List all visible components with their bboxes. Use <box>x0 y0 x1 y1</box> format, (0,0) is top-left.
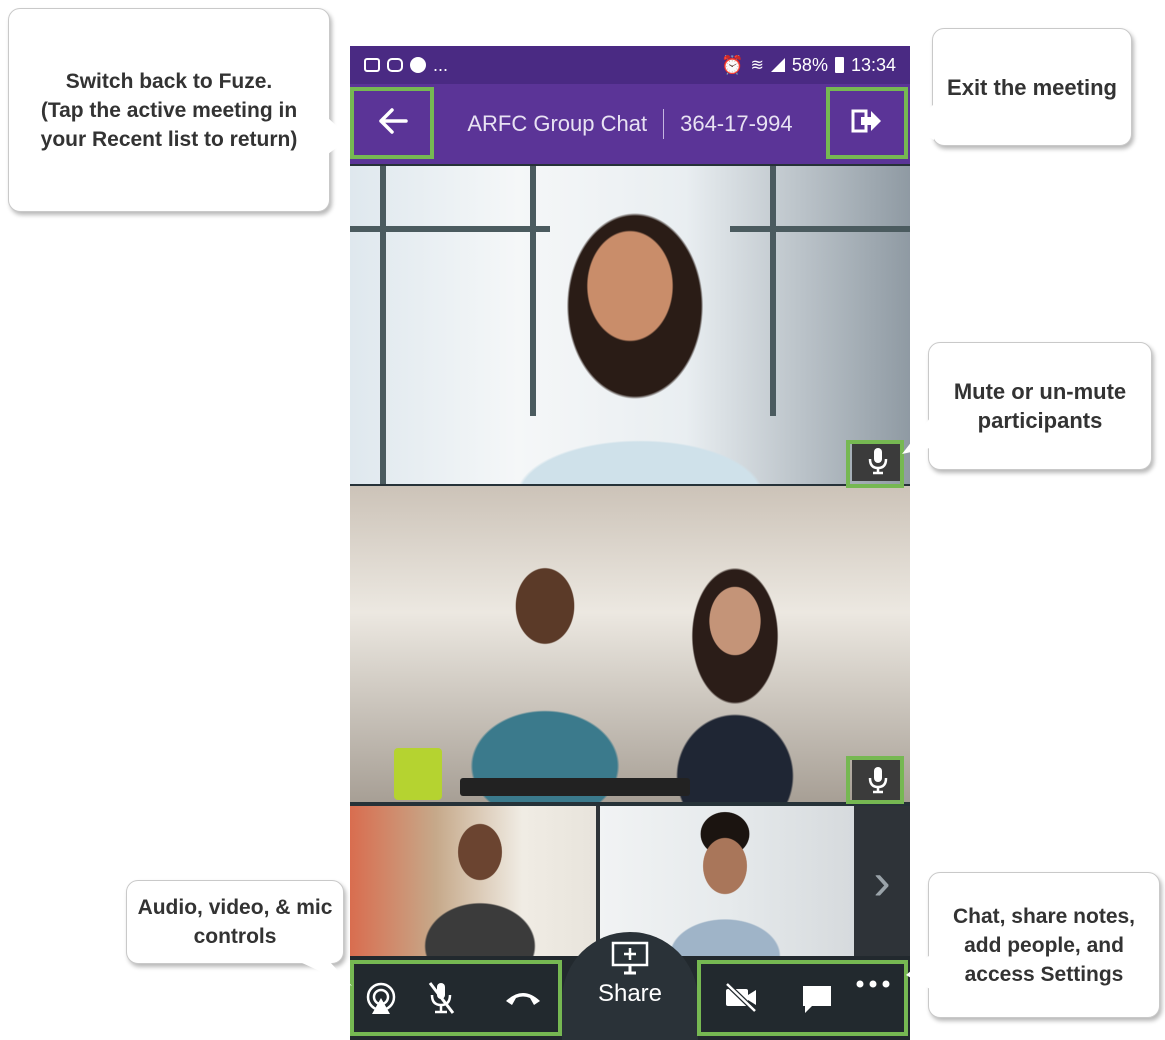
signal-icon <box>770 58 785 72</box>
meeting-title: ARFC Group Chat 364-17-994 <box>440 84 820 164</box>
clock: 13:34 <box>850 54 896 75</box>
callout-mute: Mute or un-mute participants <box>928 342 1152 470</box>
callout-controls-text: Audio, video, & mic controls <box>137 896 333 948</box>
highlight-mic-2 <box>846 756 904 804</box>
battery-percent: 58% <box>791 54 828 75</box>
instagram-notification-icon <box>387 58 403 72</box>
title-divider <box>663 109 665 139</box>
video-tile-participants <box>350 486 910 802</box>
highlight-back <box>350 87 434 159</box>
callout-pointer <box>902 418 930 454</box>
callout-back-text: Switch back to Fuze. (Tap the active mee… <box>40 69 298 151</box>
callout-pointer <box>910 104 934 140</box>
status-bar: ... ⏰ ≋ 58% 13:34 <box>350 46 910 84</box>
video-tile-speaker <box>350 166 910 484</box>
screen-share-icon <box>611 941 649 975</box>
window-frame <box>770 166 776 416</box>
callout-chat-settings: Chat, share notes, add people, and acces… <box>928 872 1160 1018</box>
image-notification-icon <box>364 58 380 72</box>
keyboard <box>460 778 690 796</box>
callout-exit-text: Exit the meeting <box>947 74 1117 100</box>
highlight-mic-1 <box>846 440 904 488</box>
share-label: Share <box>597 980 663 1007</box>
phone-screen: ... ⏰ ≋ 58% 13:34 ARFC Group Chat 364-17… <box>350 46 910 1040</box>
wifi-icon: ≋ <box>750 57 764 74</box>
participant-thumbnail[interactable] <box>350 806 596 956</box>
alarm-icon: ⏰ <box>721 54 744 75</box>
window-frame <box>530 166 536 416</box>
highlight-chat-settings <box>697 960 908 1036</box>
highlight-exit <box>826 87 908 159</box>
callout-back: Switch back to Fuze. (Tap the active mee… <box>8 8 330 212</box>
meeting-name: ARFC Group Chat <box>467 111 648 136</box>
highlight-controls <box>350 960 562 1036</box>
battery-icon <box>834 57 844 73</box>
callout-pointer <box>300 962 352 986</box>
coffee-mug <box>394 748 442 800</box>
window-frame <box>350 226 550 232</box>
window-frame <box>730 226 910 232</box>
callout-chat-text: Chat, share notes, add people, and acces… <box>952 904 1136 986</box>
meeting-id: 364-17-994 <box>680 111 793 136</box>
more-notifications: ... <box>433 54 449 75</box>
app-notification-icon <box>410 57 426 73</box>
callout-pointer <box>906 955 930 989</box>
callout-pointer <box>328 118 350 154</box>
chevron-right-icon[interactable]: › <box>862 852 902 912</box>
callout-mute-text: Mute or un-mute participants <box>953 379 1127 433</box>
callout-controls: Audio, video, & mic controls <box>126 880 344 964</box>
window-frame <box>380 166 386 484</box>
callout-exit: Exit the meeting <box>932 28 1132 146</box>
